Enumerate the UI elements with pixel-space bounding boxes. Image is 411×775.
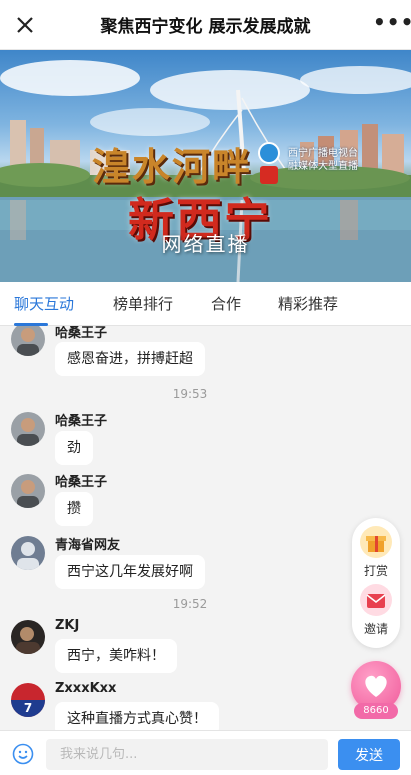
invite-button[interactable]: 邀请 bbox=[352, 620, 400, 637]
close-icon[interactable] bbox=[10, 10, 40, 40]
chat-nickname: 青海省网友 bbox=[55, 538, 121, 553]
more-icon[interactable]: ••• bbox=[373, 12, 411, 37]
side-action-panel: 打赏 邀请 bbox=[352, 518, 400, 648]
send-button[interactable]: 发送 bbox=[338, 739, 400, 770]
like-count: 8660 bbox=[354, 703, 398, 719]
chat-bubble: 攒 bbox=[55, 492, 93, 526]
tab-cooperation[interactable]: 合作 bbox=[211, 282, 241, 326]
chat-list[interactable]: 哈桑王子 感恩奋进，拼搏赶超 19:53 哈桑王子 劲 哈桑王子 攒 青海省网友… bbox=[0, 326, 411, 730]
page-title: 聚焦西宁变化 展示发展成就 bbox=[100, 17, 311, 37]
chat-nickname: 哈桑王子 bbox=[55, 475, 108, 490]
station-subtitle: 融媒体大型直播 bbox=[288, 161, 358, 172]
default-avatar[interactable] bbox=[11, 536, 45, 570]
dark-avatar[interactable] bbox=[11, 620, 45, 654]
emoji-icon[interactable] bbox=[12, 743, 34, 765]
invite-icon[interactable] bbox=[360, 584, 392, 616]
jersey-avatar[interactable]: 7 bbox=[11, 683, 45, 717]
station-seal-icon bbox=[260, 166, 278, 184]
message-input[interactable] bbox=[46, 739, 328, 770]
station-logo-icon bbox=[258, 142, 280, 164]
live-banner: 湟水河畔 新西宁 西宁广播电视台 融媒体大型直播 网络直播 bbox=[0, 50, 411, 282]
chat-bubble: 劲 bbox=[55, 431, 93, 465]
chat-bubble: 西宁这几年发展好啊 bbox=[55, 555, 205, 589]
chat-timestamp: 19:53 bbox=[172, 387, 208, 401]
chat-bubble: 这种直播方式真心赞！ bbox=[55, 702, 219, 730]
input-bar: 发送 bbox=[0, 730, 411, 775]
chat-nickname: ZxxxKxx bbox=[55, 681, 117, 696]
chat-bubble: 感恩奋进，拼搏赶超 bbox=[55, 342, 205, 376]
chat-nickname: 哈桑王子 bbox=[55, 326, 108, 341]
man-avatar[interactable] bbox=[11, 326, 45, 356]
chat-timestamp: 19:52 bbox=[172, 597, 208, 611]
reward-button[interactable]: 打赏 bbox=[352, 562, 400, 579]
man-avatar[interactable] bbox=[11, 412, 45, 446]
top-bar: 聚焦西宁变化 展示发展成就 ••• bbox=[0, 0, 411, 50]
gift-icon[interactable] bbox=[360, 526, 392, 558]
live-label: 网络直播 bbox=[161, 232, 250, 256]
chat-nickname: 哈桑王子 bbox=[55, 414, 108, 429]
tab-bar: 聊天互动 榜单排行 合作 精彩推荐 bbox=[0, 282, 411, 326]
man-avatar[interactable] bbox=[11, 474, 45, 508]
tab-recommend[interactable]: 精彩推荐 bbox=[278, 282, 338, 326]
chat-bubble: 西宁，美咋料！ bbox=[55, 639, 177, 673]
banner-title-line1: 湟水河畔 bbox=[92, 144, 253, 189]
chat-nickname: ZKJ bbox=[55, 618, 80, 633]
svg-text:7: 7 bbox=[24, 701, 32, 715]
tab-ranking[interactable]: 榜单排行 bbox=[113, 282, 173, 326]
tab-chat[interactable]: 聊天互动 bbox=[14, 282, 74, 326]
